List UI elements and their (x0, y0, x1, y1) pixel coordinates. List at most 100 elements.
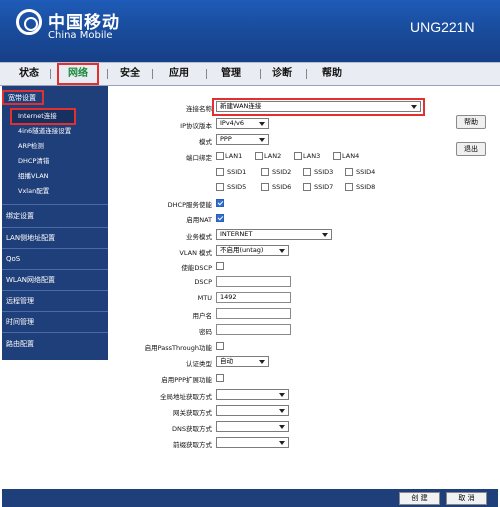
nav-management[interactable]: 管理 (214, 66, 248, 81)
lan2-label: LAN2 (264, 152, 282, 160)
sidebar-item-remote-mgmt[interactable]: 远程管理 (2, 291, 108, 311)
lan4-label: LAN4 (342, 152, 360, 160)
ssid2-label: SSID2 (272, 168, 292, 176)
dscp-enable-checkbox[interactable] (216, 262, 224, 270)
help-button[interactable]: 帮助 (456, 115, 486, 129)
nav-network[interactable]: 网络 (57, 63, 99, 85)
dhcp-enable-checkbox[interactable] (216, 199, 224, 207)
sidebar-item-binding[interactable]: 绑定设置 (2, 206, 108, 226)
ssid7-checkbox[interactable] (303, 183, 311, 191)
lan3-checkbox[interactable] (294, 152, 302, 160)
cancel-button[interactable]: 取 消 (446, 492, 487, 505)
ssid5-checkbox[interactable] (216, 183, 224, 191)
password-input[interactable] (216, 324, 291, 335)
lan4-checkbox[interactable] (333, 152, 341, 160)
chevron-down-icon (279, 425, 285, 429)
nat-enable-label: 启用NAT (186, 216, 212, 224)
lan1-label: LAN1 (225, 152, 243, 160)
passthrough-checkbox[interactable] (216, 342, 224, 350)
dns-label: DNS获取方式 (172, 425, 212, 433)
auth-type-select[interactable]: 自动 (216, 356, 269, 367)
mode-value: PPP (220, 135, 232, 143)
ssid6-label: SSID6 (272, 183, 292, 191)
nat-enable-checkbox[interactable] (216, 214, 224, 222)
conn-name-label: 连接名称 (186, 105, 212, 113)
chevron-down-icon (259, 122, 265, 126)
auth-type-value: 自动 (220, 357, 233, 365)
sidebar-sub-multicast-vlan[interactable]: 组播VLAN (18, 169, 49, 183)
chevron-down-icon (259, 360, 265, 364)
sidebar-sub-dhcp[interactable]: DHCP清错 (18, 154, 49, 168)
sidebar-item-routing[interactable]: 路由配置 (2, 334, 108, 354)
chevron-down-icon (322, 233, 328, 237)
nav-divider (260, 69, 261, 79)
vlan-mode-select[interactable]: 不启用(untag) (216, 245, 289, 256)
dscp-label: DSCP (194, 278, 212, 286)
sidebar-sub-vxlan[interactable]: Vxlan配置 (18, 184, 49, 198)
sidebar-sub-internet[interactable]: Internet连接 (10, 108, 76, 125)
nav-divider (107, 69, 108, 79)
chevron-down-icon (279, 409, 285, 413)
sidebar-sub-arp[interactable]: ARP检测 (18, 139, 44, 153)
conn-name-select[interactable]: 新建WAN连接 (216, 101, 421, 112)
sidebar-item-broadband[interactable]: 宽带设置 (2, 90, 44, 105)
lan1-checkbox[interactable] (216, 152, 224, 160)
mode-select[interactable]: PPP (216, 134, 269, 145)
nav-status[interactable]: 状态 (12, 66, 46, 81)
sidebar-item-wlan[interactable]: WLAN网络配置 (2, 270, 108, 290)
chevron-down-icon (279, 441, 285, 445)
ip-version-select[interactable]: IPv4/v6 (216, 118, 269, 129)
nav-security[interactable]: 安全 (113, 66, 147, 81)
ssid1-checkbox[interactable] (216, 168, 224, 176)
dscp-input[interactable] (216, 276, 291, 287)
password-label: 密码 (199, 328, 212, 336)
nav-divider (306, 69, 307, 79)
chevron-down-icon (279, 393, 285, 397)
sidebar-divider (2, 332, 108, 333)
sidebar-divider (2, 204, 108, 205)
conn-name-value: 新建WAN连接 (220, 102, 262, 110)
brand-name-en: China Mobile (48, 30, 113, 41)
nav-application[interactable]: 应用 (162, 66, 196, 81)
create-button[interactable]: 创 建 (399, 492, 440, 505)
mtu-input[interactable]: 1492 (216, 292, 291, 303)
dhcp-enable-label: DHCP服务使能 (167, 201, 212, 209)
vlan-mode-value: 不启用(untag) (220, 246, 264, 254)
lan2-checkbox[interactable] (255, 152, 263, 160)
logout-button[interactable]: 退出 (456, 142, 486, 156)
main-nav: 状态 网络 安全 应用 管理 诊断 帮助 (0, 62, 500, 86)
ssid6-checkbox[interactable] (261, 183, 269, 191)
ssid4-checkbox[interactable] (345, 168, 353, 176)
lan3-label: LAN3 (303, 152, 321, 160)
service-mode-select[interactable]: INTERNET (216, 229, 332, 240)
username-input[interactable] (216, 308, 291, 319)
sidebar-sub-4in6[interactable]: 4in6隧道连接设置 (18, 124, 71, 138)
nav-diagnostics[interactable]: 诊断 (265, 66, 299, 81)
auth-type-label: 认证类型 (186, 360, 212, 368)
passthrough-label: 启用PassThrough功能 (144, 344, 212, 352)
device-model: UNG221N (410, 19, 475, 35)
chevron-down-icon (411, 105, 417, 109)
ssid3-checkbox[interactable] (303, 168, 311, 176)
sidebar-item-time-mgmt[interactable]: 时间管理 (2, 312, 108, 332)
dns-select[interactable] (216, 421, 289, 432)
sidebar-item-lan-address[interactable]: LAN侧地址配置 (2, 228, 108, 248)
gateway-label: 网关获取方式 (173, 409, 212, 417)
username-label: 用户名 (192, 312, 213, 320)
gateway-select[interactable] (216, 405, 289, 416)
nav-help[interactable]: 帮助 (315, 66, 349, 81)
port-bind-label: 端口绑定 (186, 154, 212, 162)
vlan-mode-label: VLAN 模式 (179, 249, 212, 257)
ssid4-label: SSID4 (356, 168, 376, 176)
sidebar-content: 宽带设置 Internet连接 4in6隧道连接设置 ARP检测 DHCP清错 … (2, 86, 108, 360)
mtu-label: MTU (197, 294, 212, 302)
ssid2-checkbox[interactable] (261, 168, 269, 176)
prefix-select[interactable] (216, 437, 289, 448)
sidebar-item-qos[interactable]: QoS (2, 249, 108, 269)
ssid8-checkbox[interactable] (345, 183, 353, 191)
chevron-down-icon (279, 249, 285, 253)
ssid1-label: SSID1 (227, 168, 247, 176)
global-addr-select[interactable] (216, 389, 289, 400)
ppp-ext-checkbox[interactable] (216, 374, 224, 382)
china-mobile-logo-icon (16, 9, 42, 35)
